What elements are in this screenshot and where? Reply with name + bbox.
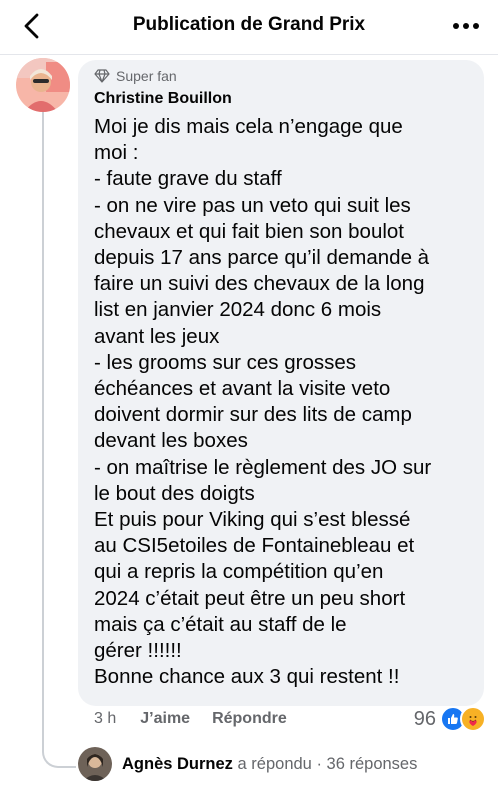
comment-line: list en janvier 2024 donc 6 mois bbox=[94, 298, 382, 322]
badge-label: Super fan bbox=[116, 68, 177, 84]
care-reaction-icon bbox=[460, 706, 486, 732]
reply-action: a répondu bbox=[237, 754, 312, 773]
reply-author-name: Agnès Durnez bbox=[122, 754, 233, 773]
comment-line: doivent dormir sur des lits de camp bbox=[94, 403, 412, 427]
thread-connector bbox=[42, 742, 76, 768]
comment-line: chevaux et qui fait bien son boulot bbox=[94, 219, 404, 243]
comment-line: Moi je dis mais cela n’engage que bbox=[94, 115, 403, 138]
top-bar: Publication de Grand Prix bbox=[0, 0, 498, 55]
comment-line: - faute grave du staff bbox=[94, 167, 282, 191]
comment-line: devant les boxes bbox=[94, 429, 248, 453]
reply-separator: · bbox=[316, 754, 322, 773]
diamond-icon bbox=[94, 69, 110, 83]
thread-line bbox=[42, 112, 44, 752]
comment-actions: 3 h J’aime Répondre bbox=[94, 710, 309, 728]
comment-line: - on ne vire pas un veto qui suit les bbox=[94, 193, 411, 217]
comment-line: Bonne chance aux 3 qui restent !! bbox=[94, 665, 400, 689]
view-replies-link[interactable]: Agnès Durnez a répondu · 36 réponses bbox=[78, 746, 417, 782]
comment-line: au CSI5etoiles de Fontainebleau et bbox=[94, 534, 415, 558]
comment-line: avant les jeux bbox=[94, 324, 220, 348]
reply-summary-text: Agnès Durnez a répondu · 36 réponses bbox=[122, 755, 417, 774]
reply-count: 36 réponses bbox=[326, 754, 418, 773]
reply-button[interactable]: Répondre bbox=[212, 710, 287, 728]
comment-line: gérer !!!!!! bbox=[94, 639, 182, 663]
super-fan-badge: Super fan bbox=[94, 68, 177, 84]
like-button[interactable]: J’aime bbox=[140, 710, 190, 728]
comment-line: moi : bbox=[94, 141, 139, 165]
more-options-button[interactable] bbox=[448, 10, 484, 42]
comment-line: mais ça c’était au staff de le bbox=[94, 612, 347, 636]
comment-line: échéances et avant la visite veto bbox=[94, 377, 391, 401]
comment-line: qui a repris la compétition qu’en bbox=[94, 560, 384, 584]
comment-line: - les grooms sur ces grosses bbox=[94, 350, 357, 374]
comment-body: Moi je dis mais cela n’engage que moi : … bbox=[94, 114, 476, 690]
reactions-summary[interactable]: 96 bbox=[414, 706, 486, 732]
comment-bubble: Super fan Christine Bouillon Moi je dis … bbox=[78, 60, 484, 706]
comment-time[interactable]: 3 h bbox=[94, 710, 116, 728]
comment-author[interactable]: Christine Bouillon bbox=[94, 90, 232, 108]
reaction-count: 96 bbox=[413, 707, 436, 730]
reply-author-avatar bbox=[78, 747, 112, 781]
author-avatar[interactable] bbox=[16, 58, 70, 112]
comment-line: Et puis pour Viking qui s’est blessé bbox=[94, 508, 411, 532]
more-horizontal-icon bbox=[453, 23, 479, 29]
comment-line: - on maîtrise le règlement des JO sur bbox=[94, 455, 432, 479]
comment-line: faire un suivi des chevaux de la long bbox=[94, 272, 425, 296]
comment-line: 2024 c’était peut être un peu short bbox=[94, 586, 406, 610]
page-title: Publication de Grand Prix bbox=[132, 14, 366, 35]
comment-line: depuis 17 ans parce qu’il demande à bbox=[94, 246, 430, 270]
comment-line: le bout des doigts bbox=[94, 481, 255, 505]
